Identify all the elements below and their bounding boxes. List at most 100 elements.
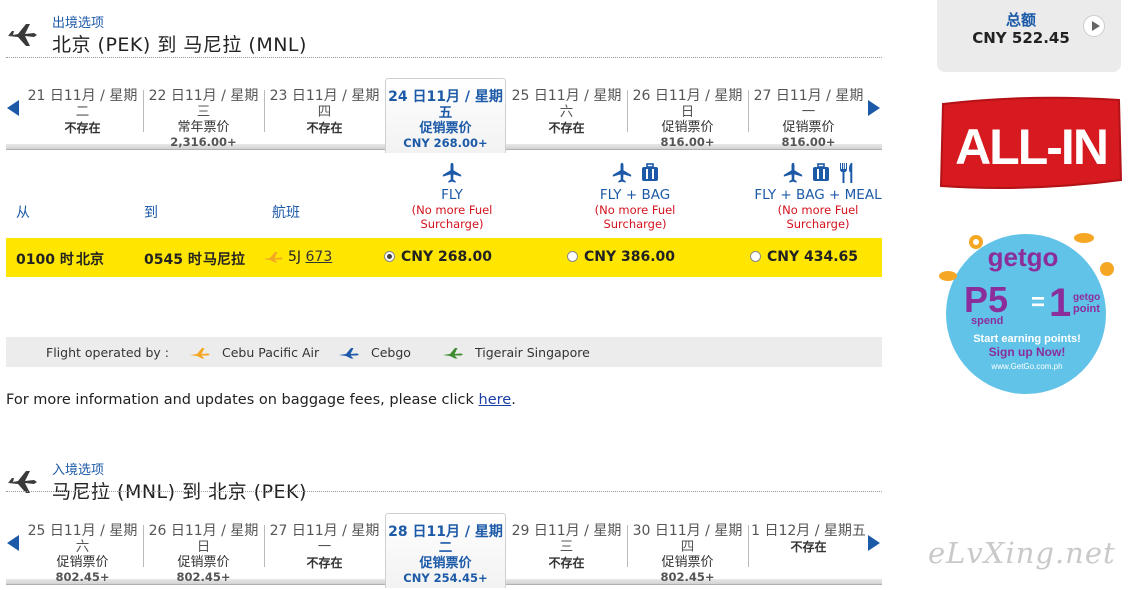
weekday: 二 [438,540,453,556]
weekday: 五 [438,105,453,121]
plane-icon [612,162,632,183]
date-separator [264,525,265,567]
radio-fly[interactable] [384,250,395,262]
airplane-icon [8,24,37,46]
fare-name: FLY + BAG [599,187,671,203]
fare-type: 促销票价 [56,555,109,570]
fare-type: 常年票价 [177,120,230,135]
operated-by-bar: Flight operated by : Cebu Pacific Air Ce… [6,337,882,367]
inbound-section: 入境选项 马尼拉 (MNL) 到 北京 (PEK) 25 日11月 / 星期六促… [0,447,885,590]
date-tab[interactable]: 29 日11月 / 星期三不存在 [506,513,627,588]
fare-column-fly-bag: FLY + BAG (No more Fuel Surcharge) [565,160,705,231]
date-tab[interactable]: 21 日11月 / 星期二不存在 [22,78,143,153]
fare-type: 促销票价 [419,556,472,571]
getgo-one: 1 [1049,281,1071,325]
fare-option-fly-bag[interactable]: CNY 386.00 [567,249,675,265]
date-tab[interactable]: 26 日11月 / 星期日促销票价 816.00+ [627,78,748,153]
divider [6,57,882,58]
date-separator [748,525,749,567]
date-tab[interactable]: 25 日11月 / 星期六促销票价 802.45+ [22,513,143,588]
operated-by-label: Flight operated by : [46,345,169,360]
column-flight: 航班 [272,205,300,221]
fare-price: 2,316.00+ [170,135,237,149]
date-separator [143,525,144,567]
date-separator [143,90,144,132]
outbound-label: 出境选项 [52,16,105,31]
date-separator [627,90,628,132]
date-tab[interactable]: 24 日11月 / 星期五促销票价 CNY 268.00+ [385,78,506,153]
outbound-date-bar: 21 日11月 / 星期二不存在 22 日11月 / 星期三常年票价 2,316.0… [6,78,882,153]
divider [6,491,882,492]
radio-fly-bag[interactable] [567,250,578,262]
cebgo-plane-icon [339,348,359,359]
flight-row: 0100 时 北京 0545 时 马尼拉 5J 673 CNY 268.00 C… [6,238,882,277]
getgo-spend: spend [971,315,1003,327]
total-box: 总额 CNY 522.45 [937,0,1121,72]
date-line: 25 日11月 / 星期 [27,523,138,539]
prev-dates-arrow-icon[interactable] [7,535,19,551]
date-line: 30 日11月 / 星期 [632,523,743,539]
weekday: 四 [317,104,332,120]
luggage-icon [813,163,829,181]
date-tab[interactable]: 1 日12月 / 星期五 不存在 [748,513,869,588]
getgo-brand: getgo [988,242,1059,272]
date-separator [627,525,628,567]
fare-option-fly-bag-meal[interactable]: CNY 434.65 [750,249,858,265]
fare-option-fly[interactable]: CNY 268.00 [384,249,492,265]
cebu-pacific-plane-icon [190,348,210,359]
date-line: 1 日12月 / 星期五 [751,523,866,539]
getgo-point-line2: point [1073,303,1100,315]
baggage-text: For more information and updates on bagg… [6,392,474,408]
weekday: 四 [680,539,695,555]
date-tab[interactable]: 30 日11月 / 星期四促销票价 802.45+ [627,513,748,588]
baggage-info: For more information and updates on bagg… [6,392,516,408]
fare-price: CNY 254.45+ [403,571,488,585]
getgo-line1: Start earning points! [973,333,1081,345]
fare-price: 816.00+ [781,135,836,149]
next-dates-arrow-icon[interactable] [868,535,880,551]
date-tab[interactable]: 27 日11月 / 星期一促销票价 816.00+ [748,78,869,153]
date-line: 26 日11月 / 星期 [632,88,743,104]
weekday: 三 [559,539,574,555]
getgo-p5: P5 [964,279,1008,320]
all-in-banner[interactable]: ALL-IN [937,96,1122,192]
fare-type: 促销票价 [177,555,230,570]
fare-type: 促销票价 [782,120,835,135]
fare-header: 从 到 航班 FLY (No more Fuel Surcharge) FLY … [6,160,882,235]
date-tab[interactable]: 28 日11月 / 星期二促销票价 CNY 254.45+ [385,513,506,588]
date-tab[interactable]: 27 日11月 / 星期一不存在 [264,513,385,588]
play-icon[interactable] [1083,15,1105,37]
getgo-url: www.GetGo.com.ph [990,362,1062,371]
date-tab[interactable]: 25 日11月 / 星期六不存在 [506,78,627,153]
date-tab[interactable]: 26 日11月 / 星期日促销票价 802.45+ [143,513,264,588]
column-to: 到 [144,205,158,221]
outbound-section: 出境选项 北京 (PEK) 到 马尼拉 (MNL) 21 日11月 / 星期二不… [0,0,885,440]
date-line: 25 日11月 / 星期 [511,88,622,104]
next-dates-arrow-icon[interactable] [868,100,880,116]
fare-note: Surcharge) [603,217,667,231]
outbound-route: 北京 (PEK) 到 马尼拉 (MNL) [52,34,307,56]
price-fly: CNY 268.00 [401,249,493,265]
fare-type: 促销票价 [661,555,714,570]
date-tab[interactable]: 23 日11月 / 星期四不存在 [264,78,385,153]
getgo-line2: Sign up Now! [989,345,1066,359]
fare-note: (No more Fuel [777,203,859,217]
fare-type: 不存在 [64,121,101,135]
weekday: 三 [196,104,211,120]
flight-number-link[interactable]: 673 [306,249,333,265]
fare-type: 不存在 [548,121,585,135]
date-separator [748,90,749,132]
getgo-point-line1: getgo [1073,292,1100,303]
fare-column-fly: FLY (No more Fuel Surcharge) [382,160,522,231]
weekday: 六 [559,104,574,120]
fare-note: (No more Fuel [411,203,493,217]
prev-dates-arrow-icon[interactable] [7,100,19,116]
airplane-icon [8,471,37,493]
plane-icon [442,162,462,183]
fare-type: 不存在 [306,556,343,570]
getgo-ad[interactable]: getgo P5 spend = 1 getgo point Start ear… [937,224,1122,396]
date-tab[interactable]: 22 日11月 / 星期三常年票价 2,316.00+ [143,78,264,153]
radio-fly-bag-meal[interactable] [750,250,761,262]
date-line: 28 日11月 / 星期 [388,524,503,540]
baggage-link[interactable]: here [479,392,512,408]
